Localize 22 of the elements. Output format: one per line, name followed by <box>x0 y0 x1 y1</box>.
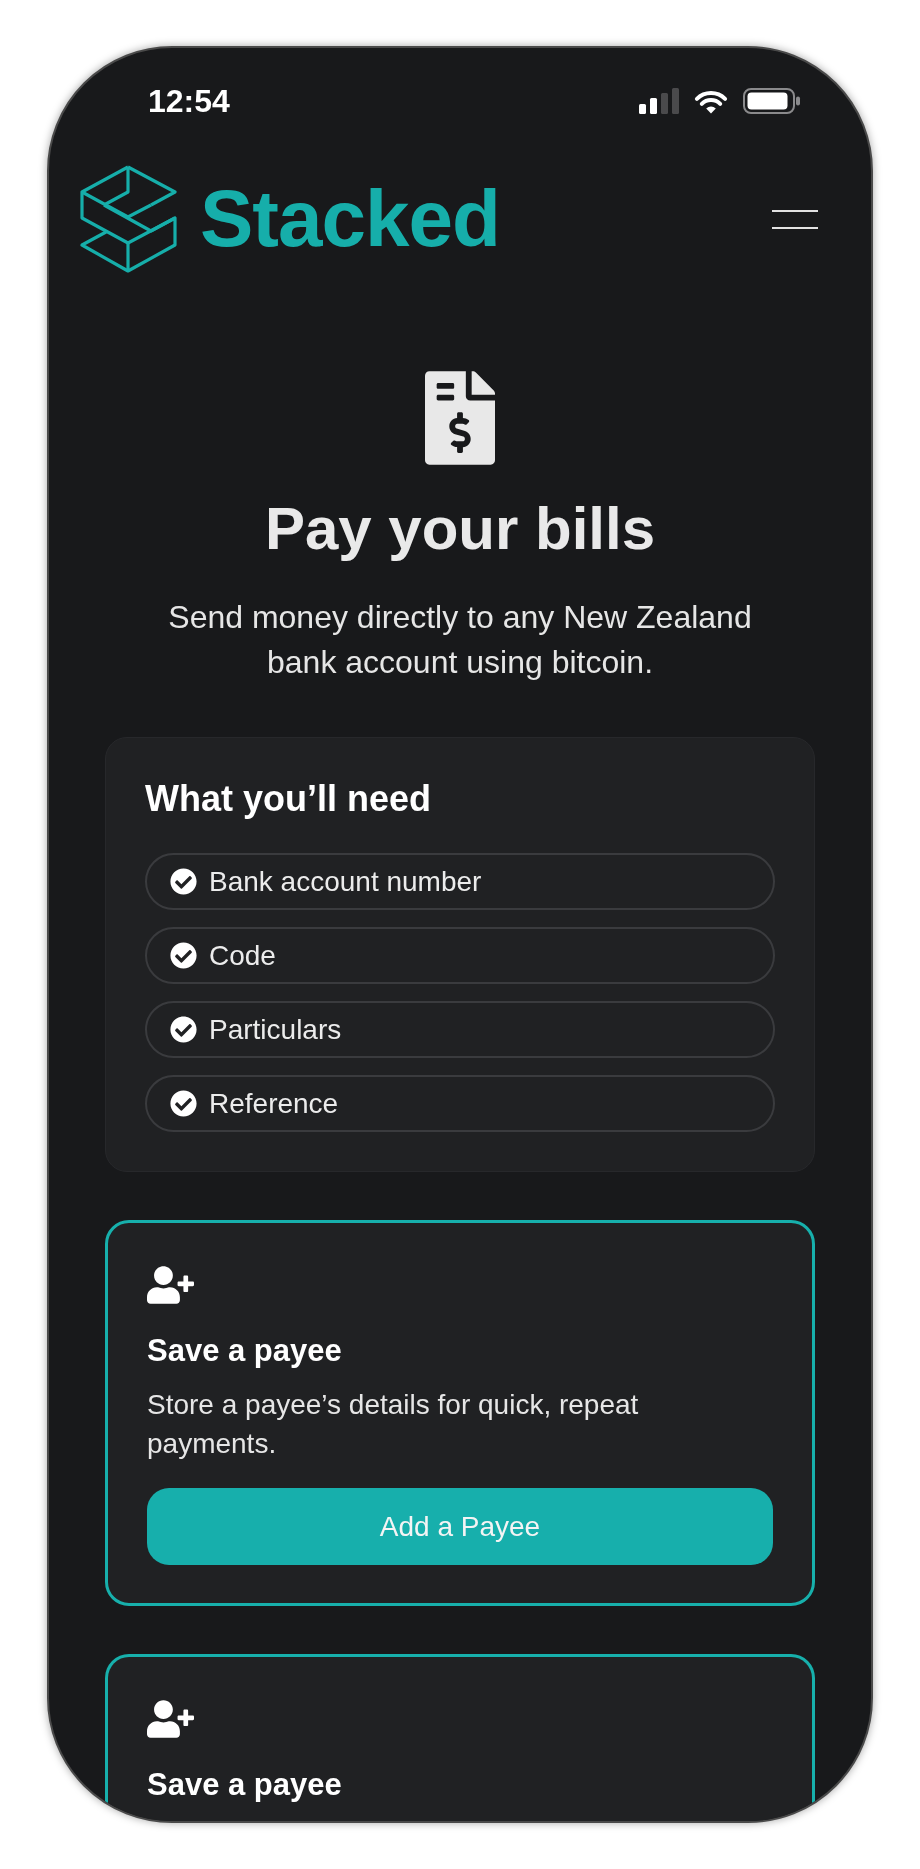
card-description: Store a payee’s details for quick, repeat payments. <box>147 1388 640 1461</box>
menu-button[interactable] <box>772 209 818 229</box>
signal-icon <box>639 88 679 114</box>
brand-name: Stacked <box>200 173 500 265</box>
requirement-label: Code <box>209 938 276 973</box>
status-time: 12:54 <box>148 83 230 119</box>
requirement-label: Particulars <box>209 1012 342 1047</box>
user-plus-icon <box>147 1700 194 1738</box>
requirements-title: What you’ll need <box>145 777 432 821</box>
user-plus-icon <box>147 1266 194 1304</box>
requirement-label: Bank account number <box>209 864 482 899</box>
page-title: Pay your bills <box>263 494 657 564</box>
wifi-icon <box>693 88 729 114</box>
add-payee-button[interactable]: Add a Payee <box>147 1488 773 1565</box>
document-dollar-icon <box>425 371 495 465</box>
battery-icon <box>743 88 801 114</box>
menu-icon <box>772 209 818 229</box>
page-subtitle: Send money directly to any New Zealand bank account using bitcoin. <box>167 598 753 682</box>
card-title: Save a payee <box>147 1332 343 1370</box>
isometric-logo-icon <box>80 165 177 273</box>
card-title: Save a payee <box>147 1766 343 1804</box>
requirement-label: Reference <box>209 1086 339 1121</box>
